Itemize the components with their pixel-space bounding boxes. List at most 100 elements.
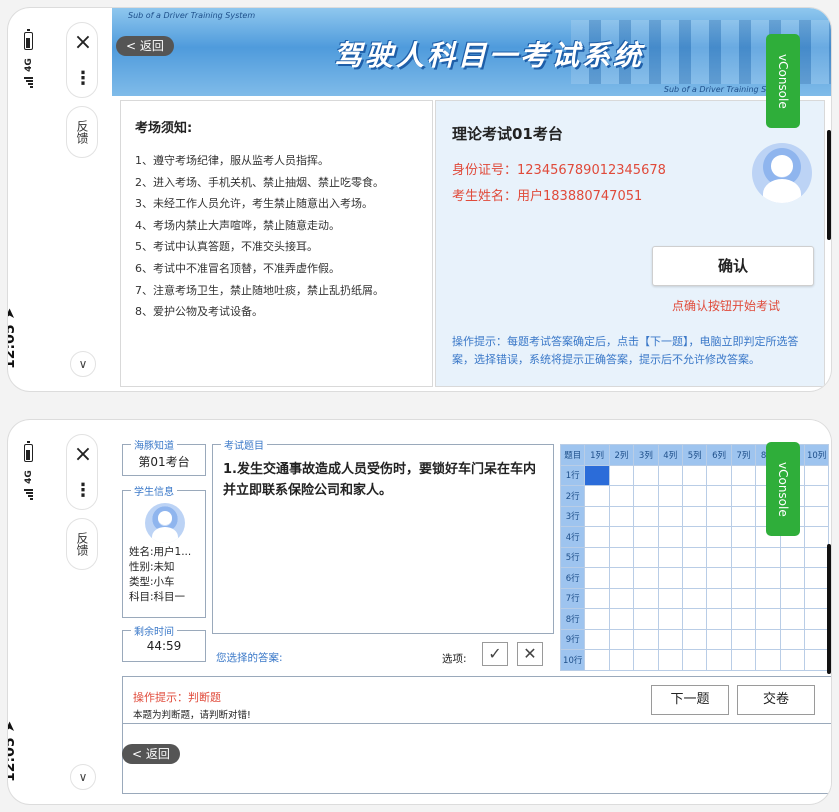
grid-cell[interactable] xyxy=(657,567,683,589)
grid-cell[interactable] xyxy=(730,649,757,671)
grid-cell[interactable] xyxy=(584,649,610,671)
grid-cell[interactable] xyxy=(779,649,805,671)
grid-cell[interactable] xyxy=(755,567,781,589)
more-icon[interactable]: ⋮ xyxy=(67,477,99,505)
grid-cell[interactable] xyxy=(608,485,635,507)
grid-cell[interactable] xyxy=(706,485,732,507)
more-icon[interactable]: ⋮ xyxy=(67,65,99,93)
grid-cell[interactable] xyxy=(681,546,708,568)
grid-cell[interactable] xyxy=(608,567,635,589)
grid-cell[interactable] xyxy=(803,505,830,527)
grid-cell[interactable] xyxy=(657,649,683,671)
grid-cell[interactable] xyxy=(681,485,708,507)
vconsole-button[interactable]: vConsole xyxy=(766,34,800,128)
grid-cell[interactable] xyxy=(608,587,635,609)
grid-cell[interactable] xyxy=(730,567,757,589)
grid-cell[interactable] xyxy=(584,464,610,486)
grid-cell[interactable] xyxy=(681,608,708,630)
grid-cell[interactable] xyxy=(633,649,659,671)
grid-cell[interactable] xyxy=(706,628,732,650)
scrollbar[interactable] xyxy=(827,130,831,240)
grid-cell[interactable] xyxy=(584,628,610,650)
grid-cell[interactable] xyxy=(706,608,732,630)
grid-cell[interactable] xyxy=(633,505,659,527)
grid-cell[interactable] xyxy=(730,628,757,650)
grid-cell[interactable] xyxy=(730,546,757,568)
grid-cell[interactable] xyxy=(730,526,757,548)
grid-cell[interactable] xyxy=(803,526,830,548)
grid-cell[interactable] xyxy=(779,587,805,609)
back-button[interactable]: < 返回 xyxy=(116,36,174,56)
grid-cell[interactable] xyxy=(803,546,830,568)
grid-cell[interactable] xyxy=(633,546,659,568)
grid-cell[interactable] xyxy=(681,649,708,671)
grid-cell[interactable] xyxy=(633,485,659,507)
grid-cell[interactable] xyxy=(803,485,830,507)
grid-cell[interactable] xyxy=(584,587,610,609)
grid-cell[interactable] xyxy=(779,567,805,589)
grid-cell[interactable] xyxy=(755,628,781,650)
grid-cell[interactable] xyxy=(681,464,708,486)
grid-cell[interactable] xyxy=(803,649,830,671)
grid-cell[interactable] xyxy=(584,546,610,568)
grid-cell[interactable] xyxy=(706,649,732,671)
scrollbar[interactable] xyxy=(827,544,831,674)
feedback-button[interactable]: 反馈 xyxy=(66,518,98,570)
option-true-button[interactable]: ✓ xyxy=(482,642,508,666)
grid-cell[interactable] xyxy=(584,505,610,527)
grid-cell[interactable] xyxy=(633,526,659,548)
grid-cell[interactable] xyxy=(608,608,635,630)
grid-cell[interactable] xyxy=(730,587,757,609)
grid-cell[interactable] xyxy=(779,546,805,568)
feedback-button[interactable]: 反馈 xyxy=(66,106,98,158)
grid-cell[interactable] xyxy=(608,628,635,650)
grid-cell[interactable] xyxy=(803,587,830,609)
grid-cell[interactable] xyxy=(803,567,830,589)
close-icon[interactable]: × xyxy=(67,441,99,469)
grid-cell[interactable] xyxy=(803,608,830,630)
grid-cell[interactable] xyxy=(681,526,708,548)
grid-cell[interactable] xyxy=(755,546,781,568)
chevron-down-icon[interactable]: ∨ xyxy=(70,351,96,377)
grid-cell[interactable] xyxy=(608,649,635,671)
grid-cell[interactable] xyxy=(681,505,708,527)
grid-cell[interactable] xyxy=(730,464,757,486)
grid-cell[interactable] xyxy=(681,587,708,609)
grid-cell[interactable] xyxy=(633,608,659,630)
grid-cell[interactable] xyxy=(706,505,732,527)
submit-button[interactable]: 交卷 xyxy=(737,685,815,715)
grid-cell[interactable] xyxy=(657,526,683,548)
grid-cell[interactable] xyxy=(633,628,659,650)
grid-cell[interactable] xyxy=(755,587,781,609)
grid-cell[interactable] xyxy=(657,464,683,486)
grid-cell[interactable] xyxy=(584,608,610,630)
grid-cell[interactable] xyxy=(657,608,683,630)
grid-cell[interactable] xyxy=(584,526,610,548)
close-icon[interactable]: × xyxy=(67,29,99,57)
grid-cell[interactable] xyxy=(657,628,683,650)
grid-cell[interactable] xyxy=(706,546,732,568)
grid-cell[interactable] xyxy=(730,505,757,527)
grid-cell[interactable] xyxy=(608,464,635,486)
grid-cell[interactable] xyxy=(755,649,781,671)
chevron-down-icon[interactable]: ∨ xyxy=(70,764,96,790)
grid-cell[interactable] xyxy=(657,546,683,568)
grid-cell[interactable] xyxy=(633,587,659,609)
back-button[interactable]: < 返回 xyxy=(122,744,180,764)
option-false-button[interactable]: ✕ xyxy=(517,642,543,666)
grid-cell[interactable] xyxy=(657,485,683,507)
grid-cell[interactable] xyxy=(779,628,805,650)
grid-cell[interactable] xyxy=(633,464,659,486)
grid-cell[interactable] xyxy=(779,608,805,630)
grid-cell[interactable] xyxy=(584,485,610,507)
grid-cell[interactable] xyxy=(657,505,683,527)
confirm-button[interactable]: 确认 xyxy=(652,246,814,286)
grid-cell[interactable] xyxy=(730,608,757,630)
grid-cell[interactable] xyxy=(730,485,757,507)
grid-cell[interactable] xyxy=(706,567,732,589)
grid-cell[interactable] xyxy=(608,505,635,527)
grid-cell[interactable] xyxy=(584,567,610,589)
next-question-button[interactable]: 下一题 xyxy=(651,685,729,715)
grid-cell[interactable] xyxy=(803,628,830,650)
grid-cell[interactable] xyxy=(657,587,683,609)
